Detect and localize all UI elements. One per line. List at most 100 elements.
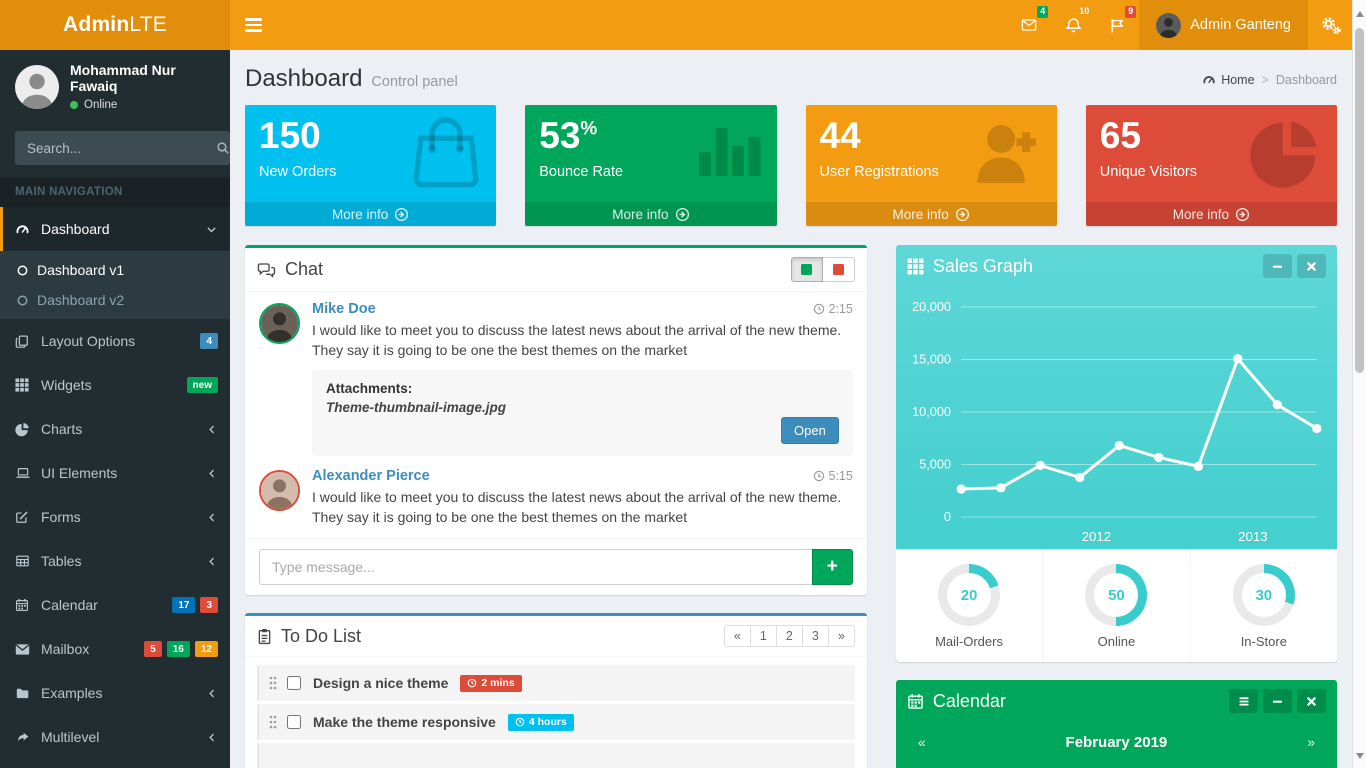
sidebar-item-forms[interactable]: Forms	[0, 495, 230, 539]
sidebar-item-dashboard-v1[interactable]: Dashboard v1	[0, 255, 230, 285]
pagination-page-button[interactable]: 2	[776, 625, 803, 647]
pagination-next-button[interactable]: »	[828, 625, 855, 647]
sidebar-item-charts[interactable]: Charts	[0, 407, 230, 451]
chevron-left-icon	[206, 731, 218, 744]
chat-attachment: Attachments: Theme-thumbnail-image.jpg O…	[312, 370, 853, 456]
sidebar-item-multilevel[interactable]: Multilevel	[0, 715, 230, 759]
svg-text:10,000: 10,000	[912, 405, 951, 419]
pagination-page-button[interactable]: 3	[802, 625, 829, 647]
scroll-down-arrow[interactable]	[1353, 748, 1366, 764]
sidebar-item-dashboard[interactable]: Dashboard	[0, 207, 230, 251]
bars-menu-button[interactable]	[1229, 689, 1258, 713]
sidebar-item-ui-elements[interactable]: UI Elements	[0, 451, 230, 495]
vertical-scrollbar[interactable]	[1352, 0, 1366, 768]
info-box-value: 53	[539, 115, 580, 156]
badge: new	[187, 377, 218, 393]
drag-handle-icon[interactable]	[269, 715, 277, 729]
control-sidebar-button[interactable]	[1308, 0, 1352, 50]
sidebar-item-widgets[interactable]: Widgets new	[0, 363, 230, 407]
sidebar-item-layout-options[interactable]: Layout Options 4	[0, 319, 230, 363]
brand-logo[interactable]: AdminLTE	[0, 0, 230, 50]
sales-box-tools	[1263, 254, 1326, 278]
scrollbar-thumb[interactable]	[1355, 28, 1364, 373]
sidebar-item-dashboard-v2[interactable]: Dashboard v2	[0, 285, 230, 315]
attachment-open-button[interactable]: Open	[781, 417, 839, 444]
arrow-circle-right-icon	[955, 207, 970, 222]
messages-menu-button[interactable]: 4	[1007, 0, 1051, 50]
share-icon	[15, 730, 41, 744]
sidebar-user-name: Mohammad Nur Fawaiq	[70, 62, 215, 94]
breadcrumb-current: Dashboard	[1276, 73, 1337, 87]
more-info-link[interactable]: More info	[245, 202, 496, 226]
right-column: Sales Graph 05,00010,00015,00020,0002012…	[896, 245, 1337, 768]
todo-checkbox[interactable]	[287, 715, 301, 729]
calendar-box: Calendar « February 2019 »	[896, 680, 1337, 768]
calendar-title: Calendar	[933, 691, 1006, 712]
chat-offline-toggle-button[interactable]	[823, 257, 855, 282]
user-avatar	[1156, 13, 1181, 38]
sidebar-user-status[interactable]: Online	[70, 99, 215, 111]
chat-message-text: I would like to meet you to discuss the …	[312, 487, 853, 528]
todo-item-text: Make the theme responsive	[313, 714, 496, 730]
calendar-next-button[interactable]: »	[1307, 734, 1315, 750]
knob-donut[interactable]: 30	[1233, 564, 1295, 626]
close-button[interactable]	[1297, 689, 1326, 713]
chat-message-author[interactable]: Mike Doe	[312, 301, 376, 317]
chevron-left-icon	[206, 423, 218, 436]
info-box-user-registrations: 44 User Registrations More info	[806, 105, 1057, 226]
breadcrumb-home-link[interactable]: Home	[1202, 73, 1254, 87]
drag-handle-icon[interactable]	[269, 676, 277, 690]
green-square-icon	[801, 264, 812, 275]
calendar-prev-button[interactable]: «	[918, 734, 926, 750]
chevron-left-icon	[206, 555, 218, 568]
line-chart: 05,00010,00015,00020,00020122013	[902, 291, 1331, 549]
tasks-menu-button[interactable]: 9	[1095, 0, 1139, 50]
sidebar-item-label: Layout Options	[41, 333, 195, 349]
chat-message-input[interactable]	[259, 549, 812, 585]
more-info-link[interactable]: More info	[806, 202, 1057, 226]
more-info-link[interactable]: More info	[525, 202, 776, 226]
todo-checkbox[interactable]	[287, 676, 301, 690]
scroll-up-arrow[interactable]	[1353, 6, 1366, 22]
pagination-prev-button[interactable]: «	[724, 625, 751, 647]
more-info-link[interactable]: More info	[1086, 202, 1337, 226]
chat-online-toggle-button[interactable]	[791, 257, 823, 282]
pagination-page-button[interactable]: 1	[750, 625, 777, 647]
red-square-icon	[833, 264, 844, 275]
chat-box-title: Chat	[285, 259, 323, 280]
knob-label: Mail-Orders	[896, 634, 1042, 649]
shopping-bag-icon	[408, 113, 484, 189]
left-column: Chat Mike Doe	[245, 245, 867, 768]
todo-box-header: To Do List « 1 2 3 »	[245, 616, 867, 657]
flag-icon	[1109, 17, 1126, 34]
sidebar-item-calendar[interactable]: Calendar 17 3	[0, 583, 230, 627]
calendar-icon	[15, 598, 41, 612]
clock-icon	[467, 678, 477, 688]
knob-donut[interactable]: 50	[1085, 564, 1147, 626]
sidebar-item-label: Calendar	[41, 597, 167, 613]
collapse-button[interactable]	[1263, 689, 1292, 713]
notifications-menu-button[interactable]: 10	[1051, 0, 1095, 50]
knob-in-store: 30 In-Store	[1191, 549, 1337, 662]
close-button[interactable]	[1297, 254, 1326, 278]
sidebar-item-examples[interactable]: Examples	[0, 671, 230, 715]
todo-list: Design a nice theme 2 mins Make the them…	[245, 657, 867, 768]
folder-icon	[15, 686, 41, 700]
todo-time-badge: 4 hours	[508, 714, 574, 731]
badge: 16	[167, 641, 190, 657]
sidebar-item-tables[interactable]: Tables	[0, 539, 230, 583]
sidebar-toggle-button[interactable]	[230, 0, 276, 50]
collapse-button[interactable]	[1263, 254, 1292, 278]
chat-message-time: 5:15	[813, 469, 853, 483]
knob-mail-orders: 20 Mail-Orders	[896, 549, 1043, 662]
knob-donut[interactable]: 20	[938, 564, 1000, 626]
sidebar-search-input[interactable]	[15, 131, 216, 165]
todo-item: Make the theme responsive 4 hours	[257, 704, 855, 740]
sidebar-item-mailbox[interactable]: Mailbox 5 16 12	[0, 627, 230, 671]
chat-message-author[interactable]: Alexander Pierce	[312, 468, 430, 484]
user-menu-button[interactable]: Admin Ganteng	[1139, 0, 1308, 50]
chat-send-button[interactable]: +	[812, 549, 853, 585]
page-subtitle: Control panel	[371, 74, 457, 90]
svg-text:5,000: 5,000	[919, 458, 951, 472]
sidebar-search-button[interactable]	[216, 131, 230, 165]
